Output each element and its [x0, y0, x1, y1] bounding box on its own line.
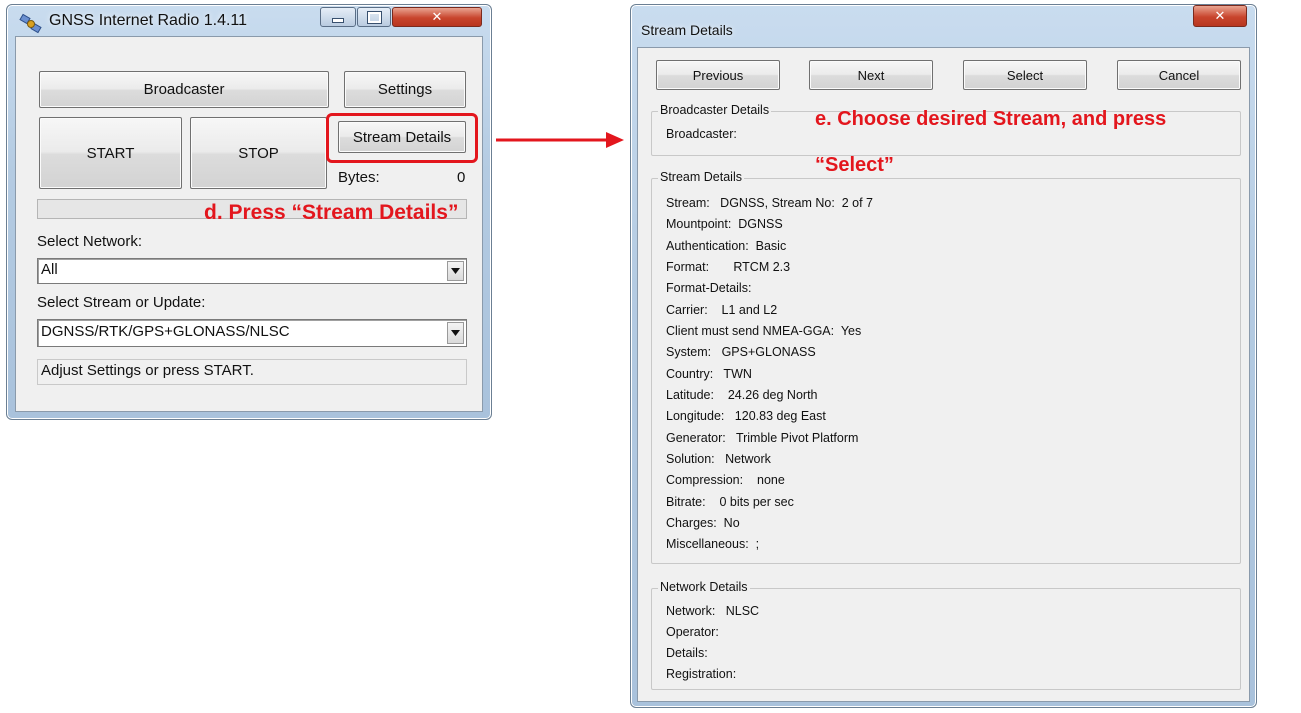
- select-network-label: Select Network:: [37, 233, 143, 250]
- detail-row: Charges: No: [666, 516, 740, 530]
- detail-row: Client must send NMEA-GGA: Yes: [666, 324, 862, 338]
- bytes-value: 0: [457, 169, 466, 186]
- broadcaster-row: Broadcaster:: [666, 127, 737, 141]
- group-legend: Stream Details: [658, 170, 744, 184]
- stream-select-value: DGNSS/RTK/GPS+GLONASS/NLSC: [41, 323, 290, 340]
- previous-button[interactable]: Previous: [656, 60, 780, 90]
- cancel-button[interactable]: Cancel: [1117, 60, 1241, 90]
- detail-row: Generator: Trimble Pivot Platform: [666, 431, 859, 445]
- detail-row: Format: RTCM 2.3: [666, 260, 791, 274]
- satellite-app-icon: [19, 13, 42, 34]
- network-row: Network: NLSC: [666, 604, 760, 618]
- network-row: Operator:: [666, 625, 719, 639]
- close-icon: ✕: [1214, 8, 1226, 24]
- detail-row: Country: TWN: [666, 367, 752, 381]
- network-row: Registration:: [666, 667, 737, 681]
- close-button[interactable]: ✕: [392, 7, 482, 27]
- detail-row: Authentication: Basic: [666, 239, 787, 253]
- detail-row: Longitude: 120.83 deg East: [666, 409, 826, 423]
- step-e-annotation: e. Choose desired Stream, and press: [815, 108, 1167, 130]
- settings-button[interactable]: Settings: [344, 71, 466, 108]
- close-icon: ✕: [431, 9, 443, 25]
- network-row: Details:: [666, 646, 708, 660]
- arrow-icon: [496, 132, 624, 148]
- start-button[interactable]: START: [39, 117, 182, 189]
- group-legend: Broadcaster Details: [658, 103, 772, 117]
- stop-button[interactable]: STOP: [190, 117, 327, 189]
- detail-row: Bitrate: 0 bits per sec: [666, 495, 794, 509]
- detail-row: Stream: DGNSS, Stream No: 2 of 7: [666, 196, 874, 210]
- bytes-label: Bytes:: [338, 169, 380, 186]
- detail-row: Compression: none: [666, 473, 785, 487]
- status-bar: Adjust Settings or press START.: [37, 359, 467, 385]
- detail-row: Carrier: L1 and L2: [666, 303, 778, 317]
- broadcaster-button[interactable]: Broadcaster: [39, 71, 329, 108]
- detail-row: Latitude: 24.26 deg North: [666, 388, 818, 402]
- maximize-icon: [366, 10, 382, 24]
- detail-row: Miscellaneous: ;: [666, 537, 760, 551]
- details-client-area: Previous Next Select Cancel Broadcaster …: [637, 47, 1250, 702]
- details-titlebar[interactable]: Stream Details ✕: [631, 5, 1256, 38]
- minimize-button[interactable]: [320, 7, 356, 27]
- step-d-annotation: d. Press “Stream Details”: [204, 201, 459, 224]
- main-titlebar[interactable]: GNSS Internet Radio 1.4.11 ✕: [7, 5, 491, 35]
- select-button[interactable]: Select: [963, 60, 1087, 90]
- maximize-button[interactable]: [357, 7, 391, 27]
- detail-row: Mountpoint: DGNSS: [666, 217, 783, 231]
- detail-row: Solution: Network: [666, 452, 771, 466]
- step-e-annotation-line2: “Select”: [815, 154, 894, 176]
- network-select[interactable]: All: [37, 258, 467, 284]
- network-details-group: Network Details Network: NLSC Operator: …: [651, 580, 1241, 690]
- details-close-button[interactable]: ✕: [1193, 5, 1247, 27]
- select-stream-label: Select Stream or Update:: [37, 294, 206, 311]
- details-window-title: Stream Details: [641, 22, 733, 38]
- stream-select[interactable]: DGNSS/RTK/GPS+GLONASS/NLSC: [37, 319, 467, 347]
- main-window-title: GNSS Internet Radio 1.4.11: [49, 12, 248, 29]
- network-select-value: All: [41, 261, 58, 278]
- dropdown-arrow-icon[interactable]: [447, 261, 464, 281]
- minimize-icon: [332, 17, 344, 23]
- stream-details-group: Stream Details Stream: DGNSS, Stream No:…: [651, 170, 1241, 564]
- detail-row: System: GPS+GLONASS: [666, 345, 816, 359]
- dropdown-arrow-icon[interactable]: [447, 322, 464, 344]
- next-button[interactable]: Next: [809, 60, 933, 90]
- detail-row: Format-Details:: [666, 281, 752, 295]
- group-legend: Network Details: [658, 580, 750, 594]
- stream-details-highlight: [326, 113, 478, 163]
